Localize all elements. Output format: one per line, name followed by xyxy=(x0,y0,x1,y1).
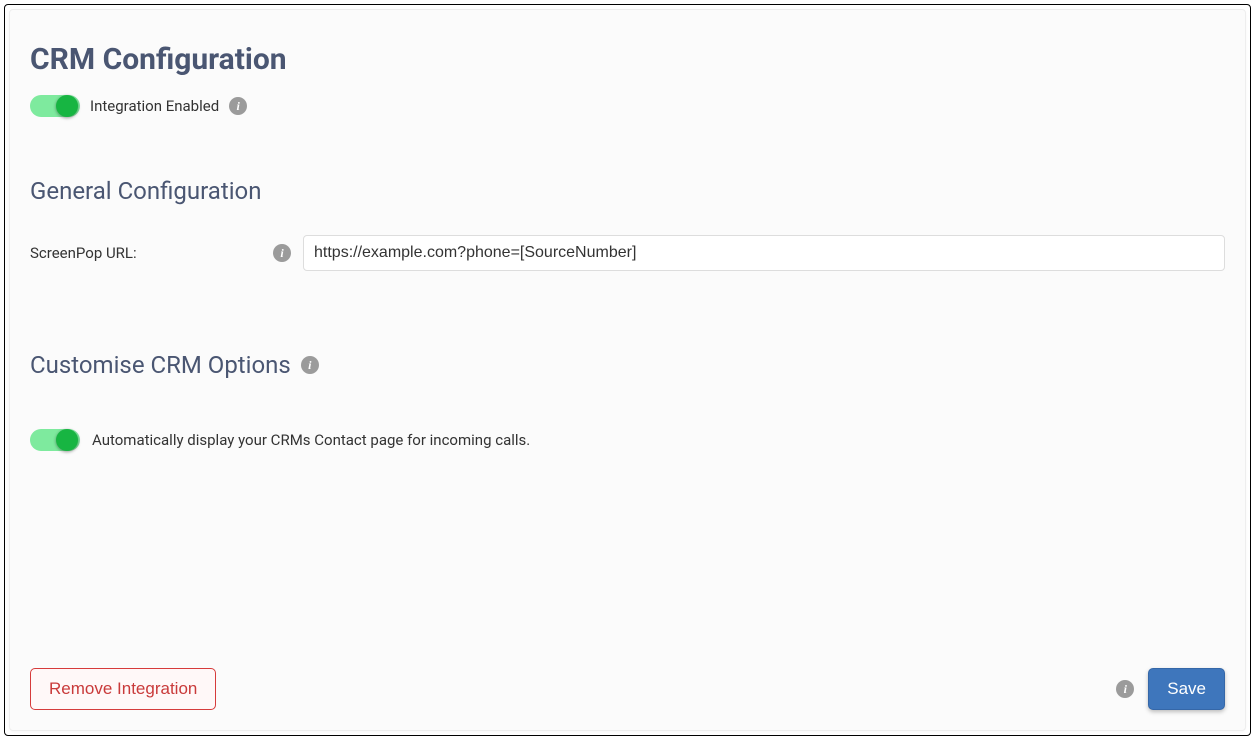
info-icon[interactable] xyxy=(229,97,247,115)
customise-options-heading-text: Customise CRM Options xyxy=(30,351,291,379)
page-title: CRM Configuration xyxy=(30,42,1225,77)
info-icon[interactable] xyxy=(273,244,291,262)
general-config-heading: General Configuration xyxy=(30,177,1225,205)
info-icon[interactable] xyxy=(1116,680,1134,698)
auto-display-label: Automatically display your CRMs Contact … xyxy=(92,431,530,449)
integration-enabled-toggle[interactable] xyxy=(30,95,80,117)
window-frame: CRM Configuration Integration Enabled Ge… xyxy=(4,4,1251,736)
screenpop-url-label: ScreenPop URL: xyxy=(30,244,255,262)
customise-options-heading: Customise CRM Options xyxy=(30,351,1225,379)
remove-integration-button[interactable]: Remove Integration xyxy=(30,668,216,710)
info-icon[interactable] xyxy=(301,356,319,374)
toggle-knob xyxy=(56,95,78,117)
config-panel: CRM Configuration Integration Enabled Ge… xyxy=(9,9,1246,731)
screenpop-url-row: ScreenPop URL: xyxy=(30,235,1225,271)
auto-display-toggle[interactable] xyxy=(30,429,80,451)
footer-bar: Remove Integration Save xyxy=(30,668,1225,710)
integration-enabled-label: Integration Enabled xyxy=(90,97,219,115)
integration-enabled-row: Integration Enabled xyxy=(30,95,1225,117)
save-button[interactable]: Save xyxy=(1148,668,1225,710)
auto-display-row: Automatically display your CRMs Contact … xyxy=(30,429,1225,451)
footer-right: Save xyxy=(1116,668,1225,710)
screenpop-url-input[interactable] xyxy=(303,235,1225,271)
customise-options-section: Customise CRM Options Automatically disp… xyxy=(30,351,1225,451)
toggle-knob xyxy=(56,429,78,451)
